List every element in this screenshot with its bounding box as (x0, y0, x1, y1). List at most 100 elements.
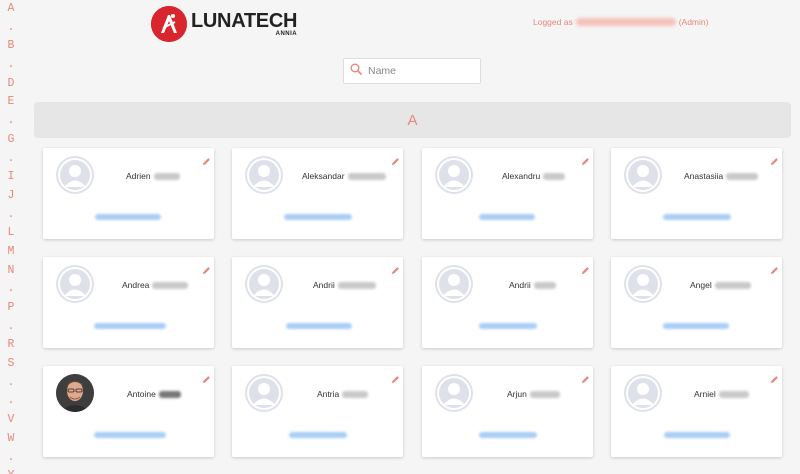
search-box[interactable] (343, 58, 481, 84)
person-name: Angel (690, 280, 751, 290)
alpha-index-item[interactable]: Y (8, 467, 15, 474)
redacted-email (575, 18, 676, 26)
alpha-index-item[interactable]: B (8, 37, 15, 56)
person-name: Andrii (313, 280, 376, 290)
alpha-index-item[interactable]: R (8, 336, 15, 355)
person-card[interactable]: Andrii (232, 257, 403, 348)
person-name: Andrii (509, 280, 556, 290)
alpha-index-item[interactable]: I (8, 168, 15, 187)
avatar-placeholder-icon (624, 265, 662, 303)
pencil-icon[interactable] (581, 262, 590, 275)
redacted-surname (342, 390, 369, 398)
pencil-icon[interactable] (391, 153, 400, 166)
redacted-surname (153, 172, 180, 180)
alpha-index-item[interactable]: J (8, 187, 15, 206)
first-name: Aleksandar (302, 171, 345, 181)
person-name: Alexandru (502, 171, 566, 181)
avatar-placeholder-icon (624, 374, 662, 412)
pencil-icon[interactable] (391, 262, 400, 275)
person-name: Arjun (507, 389, 560, 399)
person-card[interactable]: Adrien (43, 148, 214, 239)
first-name: Andrii (509, 280, 531, 290)
avatar-placeholder-icon (245, 265, 283, 303)
redacted-email (663, 323, 729, 329)
alpha-index-separator: . (7, 394, 15, 408)
person-name: Antoine (127, 389, 181, 399)
redacted-surname (347, 172, 386, 180)
redacted-email (663, 214, 731, 220)
person-name: Andrea (122, 280, 189, 290)
first-name: Arniel (694, 389, 716, 399)
logged-in-user: Logged as (Admin) (533, 17, 708, 27)
pencil-icon[interactable] (202, 371, 211, 384)
person-name: Aleksandar (302, 171, 386, 181)
alpha-index-separator: . (7, 151, 15, 165)
person-card[interactable]: Angel (611, 257, 782, 348)
logged-as-label: Logged as (533, 17, 573, 27)
person-card[interactable]: Antria (232, 366, 403, 457)
first-name: Angel (690, 280, 712, 290)
pencil-icon[interactable] (581, 153, 590, 166)
redacted-surname (718, 390, 749, 398)
pencil-icon[interactable] (770, 153, 779, 166)
person-card[interactable]: Aleksandar (232, 148, 403, 239)
search-input[interactable] (368, 65, 468, 77)
first-name: Andrii (313, 280, 335, 290)
avatar-placeholder-icon (435, 265, 473, 303)
pencil-icon[interactable] (581, 371, 590, 384)
avatar-placeholder-icon (56, 265, 94, 303)
alpha-index-item[interactable]: V (8, 411, 15, 430)
logo-rocket-icon (151, 6, 187, 42)
alpha-index-item[interactable]: L (8, 224, 15, 243)
redacted-email (289, 432, 347, 438)
person-card[interactable]: Arniel (611, 366, 782, 457)
alpha-index-item[interactable]: S (8, 355, 15, 374)
person-card[interactable]: Anastasiia (611, 148, 782, 239)
logo-title: LUNATECH (191, 9, 298, 32)
section-header: A (34, 102, 791, 138)
first-name: Adrien (126, 171, 151, 181)
alpha-index-item[interactable]: N (8, 262, 15, 281)
redacted-email (664, 432, 730, 438)
redacted-surname (543, 172, 566, 180)
pencil-icon[interactable] (202, 262, 211, 275)
alpha-index-separator: . (7, 20, 15, 34)
person-card[interactable]: Alexandru (422, 148, 593, 239)
redacted-email (286, 323, 352, 329)
alpha-index-separator: . (7, 450, 15, 464)
avatar-placeholder-icon (435, 374, 473, 412)
avatar-placeholder-icon (245, 374, 283, 412)
alpha-index-item[interactable]: P (8, 299, 15, 318)
alpha-index-item[interactable]: E (8, 93, 15, 112)
person-card[interactable]: Antoine (43, 366, 214, 457)
pencil-icon[interactable] (770, 371, 779, 384)
redacted-email (284, 214, 352, 220)
first-name: Anastasiia (684, 171, 724, 181)
redacted-email (479, 214, 535, 220)
first-name: Alexandru (502, 171, 541, 181)
avatar-placeholder-icon (56, 156, 94, 194)
person-card[interactable]: Arjun (422, 366, 593, 457)
first-name: Andrea (122, 280, 150, 290)
avatar-placeholder-icon (435, 156, 473, 194)
redacted-surname (714, 281, 751, 289)
redacted-surname (726, 172, 759, 180)
alpha-index-item[interactable]: M (8, 243, 15, 262)
alpha-index-item[interactable]: G (8, 131, 15, 150)
pencil-icon[interactable] (202, 153, 211, 166)
alpha-index-item[interactable]: D (8, 75, 15, 94)
avatar-photo (56, 374, 94, 412)
redacted-email (94, 432, 166, 438)
redacted-email (94, 323, 166, 329)
alpha-index-item[interactable]: A (8, 0, 15, 19)
redacted-surname (152, 281, 189, 289)
alpha-index-separator: . (7, 282, 15, 296)
pencil-icon[interactable] (391, 371, 400, 384)
logo[interactable]: LUNATECH ANNIA (151, 5, 297, 43)
redacted-email (479, 432, 537, 438)
pencil-icon[interactable] (770, 262, 779, 275)
alpha-index-item[interactable]: W (8, 430, 15, 449)
person-card[interactable]: Andrea (43, 257, 214, 348)
avatar-placeholder-icon (624, 156, 662, 194)
person-card[interactable]: Andrii (422, 257, 593, 348)
